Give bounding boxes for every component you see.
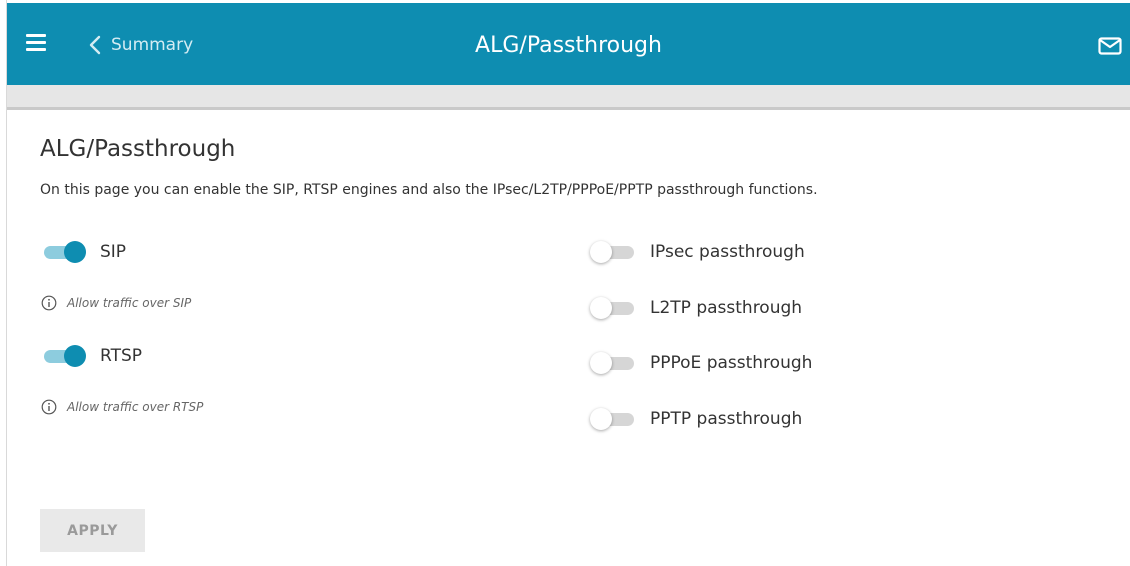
- info-icon: [41, 399, 57, 415]
- sip-hint: Allow traffic over SIP: [41, 295, 191, 311]
- header-title: ALG/Passthrough: [475, 33, 662, 58]
- pppoe-label: PPPoE passthrough: [650, 353, 813, 373]
- ipsec-toggle-row[interactable]: IPsec passthrough: [590, 240, 805, 264]
- pptp-toggle-row[interactable]: PPTP passthrough: [590, 407, 802, 431]
- l2tp-label: L2TP passthrough: [650, 298, 803, 318]
- rtsp-hint: Allow traffic over RTSP: [41, 399, 203, 415]
- mail-icon[interactable]: [1098, 37, 1122, 55]
- apply-button[interactable]: APPLY: [40, 509, 145, 552]
- rtsp-hint-text: Allow traffic over RTSP: [67, 400, 204, 414]
- pptp-label: PPTP passthrough: [650, 409, 803, 429]
- sip-label: SIP: [100, 242, 127, 262]
- sip-toggle-row[interactable]: SIP: [40, 240, 126, 264]
- sip-hint-text: Allow traffic over SIP: [67, 296, 192, 310]
- pppoe-toggle-row[interactable]: PPPoE passthrough: [590, 351, 812, 375]
- sub-header-shadow: [7, 107, 1130, 110]
- page-title: ALG/Passthrough: [40, 136, 236, 162]
- ipsec-toggle[interactable]: [590, 240, 636, 264]
- top-header: Summary ALG/Passthrough: [7, 3, 1130, 85]
- pptp-toggle[interactable]: [590, 407, 636, 431]
- page-description: On this page you can enable the SIP, RTS…: [40, 182, 818, 198]
- ipsec-label: IPsec passthrough: [650, 242, 805, 262]
- sip-toggle[interactable]: [40, 240, 86, 264]
- sub-header-bar: [7, 85, 1130, 107]
- pppoe-toggle[interactable]: [590, 351, 636, 375]
- l2tp-toggle-row[interactable]: L2TP passthrough: [590, 296, 802, 320]
- l2tp-toggle[interactable]: [590, 296, 636, 320]
- rtsp-toggle[interactable]: [40, 344, 86, 368]
- info-icon: [41, 295, 57, 311]
- rtsp-toggle-row[interactable]: RTSP: [40, 344, 142, 368]
- rtsp-label: RTSP: [100, 346, 143, 366]
